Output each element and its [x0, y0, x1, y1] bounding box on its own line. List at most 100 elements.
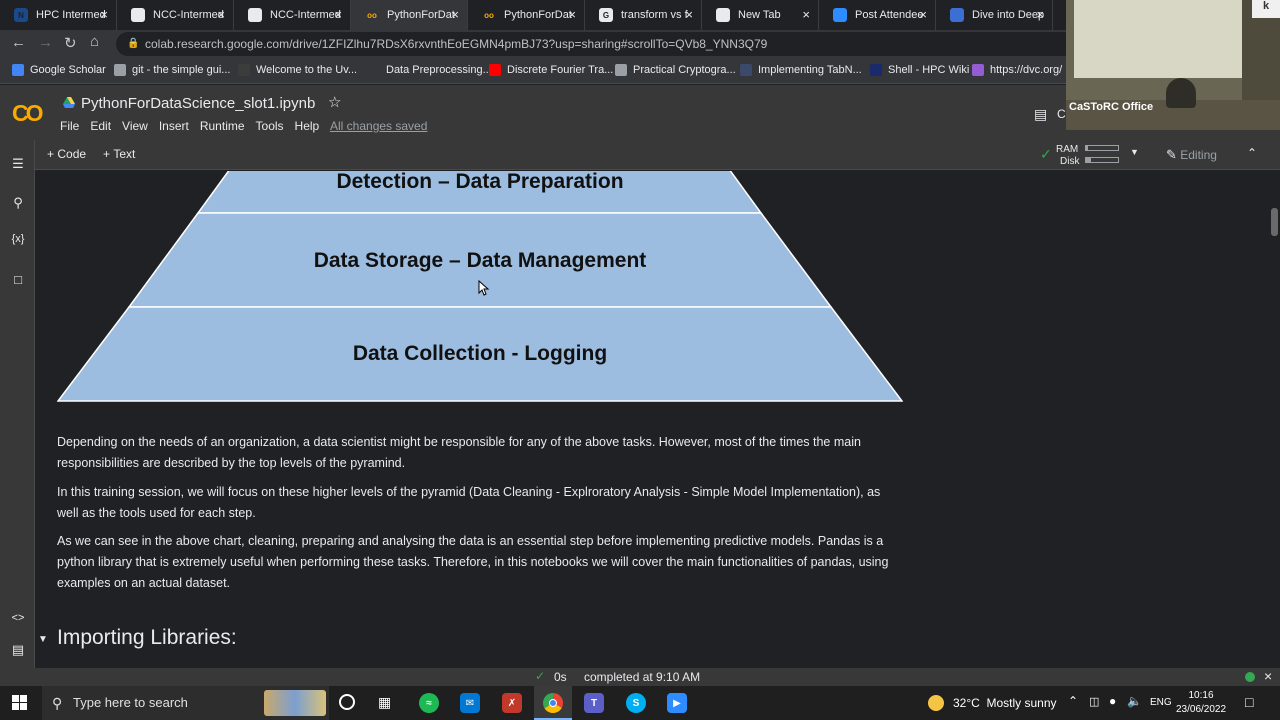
add-text-label: Text: [113, 147, 136, 161]
code-snippets-icon[interactable]: <>: [9, 612, 27, 624]
input-language[interactable]: ENG: [1150, 697, 1172, 708]
tab-title: PythonForDat: [504, 9, 572, 21]
bookmark-item[interactable]: Practical Cryptogra...: [615, 64, 736, 76]
cortana-icon[interactable]: [339, 694, 355, 710]
forward-icon[interactable]: →: [38, 34, 53, 51]
command-palette-icon[interactable]: ▤: [9, 642, 27, 658]
windows-start-icon[interactable]: [12, 695, 28, 711]
add-code-button[interactable]: + Code: [47, 147, 86, 161]
content-scrollbar[interactable]: [1268, 171, 1280, 668]
bookmark-label: Implementing TabN...: [758, 64, 862, 76]
save-status-link[interactable]: All changes saved: [330, 119, 427, 133]
network-icon[interactable]: ◫: [1089, 695, 1099, 708]
tab-close-icon[interactable]: ×: [451, 7, 459, 22]
tab-close-icon[interactable]: ×: [802, 7, 810, 22]
tab-title: Dive into Deep: [972, 9, 1044, 21]
browser-tab[interactable]: Post Attendee ×: [819, 0, 936, 30]
windows-taskbar: ⚲ Type here to search ▦ ≈ ✉ ✗ T S ▶ 32°C…: [0, 686, 1280, 720]
search-icon: ⚲: [52, 695, 63, 711]
section-collapse-chevron-icon[interactable]: ▼: [38, 634, 48, 645]
browser-tab[interactable]: NCC-Intermed ×: [117, 0, 234, 30]
task-view-icon[interactable]: ▦: [378, 694, 391, 711]
browser-tab[interactable]: N HPC Intermed ×: [0, 0, 117, 30]
tab-close-icon[interactable]: ×: [217, 7, 225, 22]
tab-favicon-icon: N: [14, 8, 28, 22]
menu-tools[interactable]: Tools: [256, 119, 284, 133]
bookmark-favicon-icon: [972, 64, 984, 76]
taskbar-search-placeholder: Type here to search: [73, 695, 188, 710]
teams-icon[interactable]: T: [584, 693, 604, 713]
wall-sign: k: [1252, 0, 1280, 18]
bookmark-item[interactable]: Discrete Fourier Tra...: [489, 64, 613, 76]
mail-icon[interactable]: ✉: [460, 693, 480, 713]
skype-icon[interactable]: S: [626, 693, 646, 713]
pencil-icon: ✎: [1166, 147, 1177, 162]
browser-tab[interactable]: Gtransform vs f ×: [585, 0, 702, 30]
presenter-figure: [1166, 78, 1196, 108]
bookmark-item[interactable]: Data Preprocessing...: [368, 64, 492, 76]
microphone-icon[interactable]: ●: [1109, 694, 1116, 708]
chrome-taskbar-button[interactable]: [534, 686, 572, 720]
bookmark-item[interactable]: https://dvc.org/: [972, 64, 1062, 76]
notification-icon[interactable]: □: [1245, 694, 1253, 710]
bookmark-item[interactable]: git - the simple gui...: [114, 64, 230, 76]
tray-chevron-up-icon[interactable]: ⌃: [1068, 694, 1078, 708]
browser-tab[interactable]: New Tab ×: [702, 0, 819, 30]
reload-icon[interactable]: ↻: [64, 34, 77, 52]
disk-label: Disk: [1060, 156, 1080, 167]
browser-tab[interactable]: Dive into Deep ×: [936, 0, 1053, 30]
execution-status-bar: ✓ 0s completed at 9:10 AM ×: [0, 668, 1280, 686]
tab-close-icon[interactable]: ×: [685, 7, 693, 22]
tab-favicon-icon: [248, 8, 262, 22]
menu-insert[interactable]: Insert: [159, 119, 189, 133]
left-sidebar: ☰ ⚲ {x} □ <> ▤: [0, 140, 35, 668]
files-icon[interactable]: □: [9, 272, 27, 287]
taskbar-search-box[interactable]: ⚲ Type here to search: [42, 686, 329, 720]
menu-help[interactable]: Help: [295, 119, 320, 133]
bookmark-item[interactable]: Implementing TabN...: [740, 64, 862, 76]
zoom-icon[interactable]: ▶: [667, 693, 687, 713]
bookmark-label: Data Preprocessing...: [386, 64, 492, 76]
comment-icon[interactable]: ▤: [1034, 106, 1047, 123]
speaker-muted-icon[interactable]: 🔈: [1127, 694, 1142, 708]
menu-view[interactable]: View: [122, 119, 148, 133]
text-paragraph: As we can see in the above chart, cleani…: [57, 534, 889, 590]
tab-close-icon[interactable]: ×: [568, 7, 576, 22]
bookmark-item[interactable]: Google Scholar: [12, 64, 106, 76]
browser-tab[interactable]: oo PythonForDat ×: [468, 0, 585, 30]
weather-text[interactable]: 32°C Mostly sunny: [953, 696, 1057, 710]
star-icon[interactable]: ☆: [328, 93, 341, 111]
collapse-header-icon[interactable]: ⌃: [1247, 146, 1257, 160]
tab-close-icon[interactable]: ×: [334, 7, 342, 22]
tab-close-icon[interactable]: ×: [1036, 7, 1044, 22]
content-scrollbar-thumb[interactable]: [1271, 208, 1278, 236]
tab-close-icon[interactable]: ×: [919, 7, 927, 22]
browser-tab[interactable]: oo PythonForDat ×: [351, 0, 468, 30]
back-icon[interactable]: ←: [11, 34, 26, 51]
bookmark-item[interactable]: Shell - HPC Wiki: [870, 64, 969, 76]
snipping-tool-icon[interactable]: ✗: [502, 693, 522, 713]
chevron-down-icon[interactable]: ▼: [1130, 147, 1139, 157]
address-bar[interactable]: 🔒 colab.research.google.com/drive/1ZFIZl…: [116, 32, 1076, 56]
colab-logo[interactable]: CO: [12, 100, 43, 127]
mouse-cursor-icon: [478, 280, 490, 296]
add-code-label: Code: [57, 147, 87, 161]
drive-icon: [63, 97, 75, 108]
system-clock[interactable]: 10:16 23/06/2022: [1176, 689, 1226, 717]
bookmark-item[interactable]: Welcome to the Uv...: [238, 64, 357, 76]
add-text-button[interactable]: + Text: [103, 147, 135, 161]
menu-runtime[interactable]: Runtime: [200, 119, 245, 133]
notebook-title[interactable]: PythonForDataScience_slot1.ipynb: [81, 95, 315, 112]
editing-mode-button[interactable]: ✎ Editing: [1166, 147, 1217, 163]
comment-label[interactable]: C: [1057, 107, 1066, 121]
tab-close-icon[interactable]: ×: [100, 7, 108, 22]
home-icon[interactable]: ⌂: [90, 33, 99, 50]
variables-icon[interactable]: {x}: [9, 233, 27, 245]
spotify-icon[interactable]: ≈: [419, 693, 439, 713]
close-icon[interactable]: ×: [1264, 668, 1272, 684]
menu-file[interactable]: File: [60, 119, 79, 133]
search-icon[interactable]: ⚲: [9, 195, 27, 211]
browser-tab[interactable]: NCC-Intermed ×: [234, 0, 351, 30]
table-of-contents-icon[interactable]: ☰: [9, 156, 27, 172]
menu-edit[interactable]: Edit: [90, 119, 111, 133]
